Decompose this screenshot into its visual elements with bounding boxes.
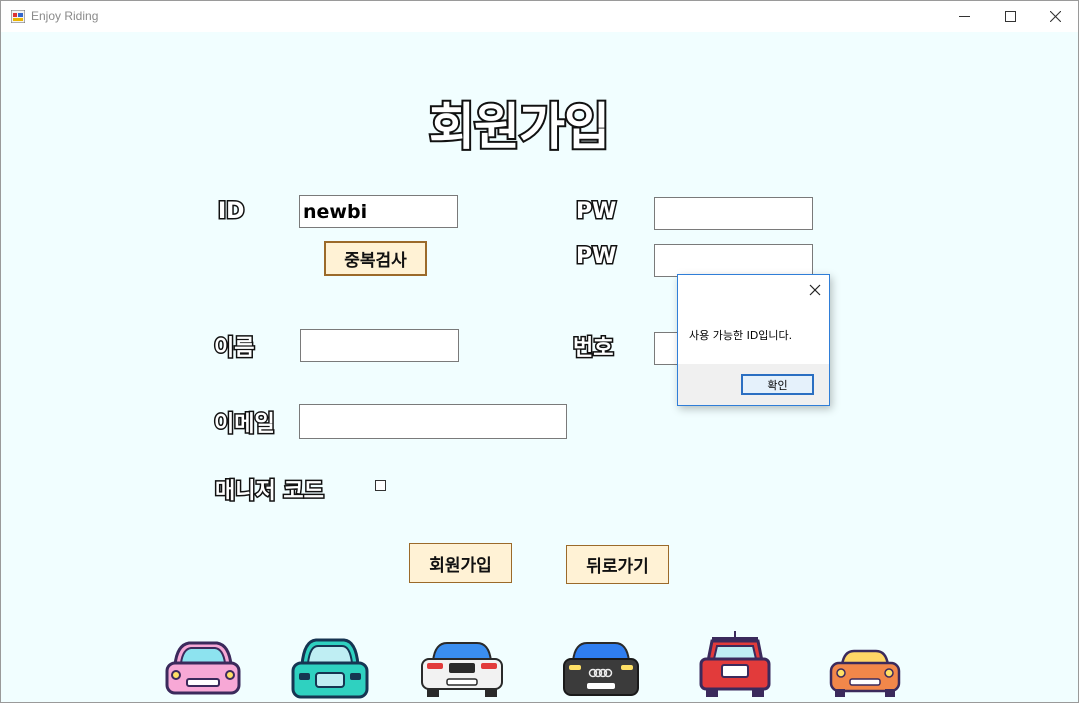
close-icon [1050, 11, 1061, 22]
teal-car-icon [291, 638, 369, 699]
pw-label: PW [574, 198, 617, 226]
name-label: 이름 [212, 335, 256, 363]
window-title: Enjoy Riding [31, 9, 99, 23]
pw-confirm-input[interactable] [654, 244, 813, 277]
dialog-message: 사용 가능한 ID입니다. [689, 329, 793, 342]
orange-car-icon [829, 649, 901, 697]
dark-car-icon [563, 642, 639, 696]
duplicate-check-button[interactable]: 중복검사 [324, 241, 427, 276]
close-icon [809, 284, 821, 296]
id-label: ID [216, 198, 246, 226]
message-dialog: 사용 가능한 ID입니다. 확인 [677, 274, 830, 406]
close-button[interactable] [1032, 1, 1078, 32]
maximize-icon [1005, 11, 1016, 22]
email-label: 이메일 [213, 411, 277, 439]
manager-code-label: 매니저 코드 [214, 478, 326, 506]
page-title: 회원가입 [427, 96, 612, 158]
id-input[interactable] [299, 195, 458, 228]
pink-car-icon [165, 641, 241, 695]
minimize-button[interactable] [941, 1, 987, 32]
red-jeep-icon [699, 631, 771, 697]
dialog-ok-button[interactable]: 확인 [741, 374, 814, 395]
title-bar[interactable]: Enjoy Riding [1, 1, 1078, 32]
name-input[interactable] [300, 329, 459, 362]
app-window: Enjoy Riding 회원가입 ID 중복검사 PW PW 이름 번호 이메… [0, 0, 1079, 703]
signup-button[interactable]: 회원가입 [409, 543, 512, 583]
pw-input[interactable] [654, 197, 813, 230]
blue-white-car-icon [421, 642, 503, 697]
back-button[interactable]: 뒤로가기 [566, 545, 669, 584]
dialog-close-button[interactable] [807, 282, 823, 298]
app-icon [11, 10, 25, 23]
manager-code-checkbox[interactable] [375, 480, 386, 491]
email-input[interactable] [299, 404, 567, 439]
minimize-icon [959, 16, 970, 17]
phone-label: 번호 [571, 335, 615, 363]
pw-confirm-label: PW [574, 243, 617, 271]
maximize-button[interactable] [987, 1, 1033, 32]
dialog-footer: 확인 [678, 364, 829, 405]
